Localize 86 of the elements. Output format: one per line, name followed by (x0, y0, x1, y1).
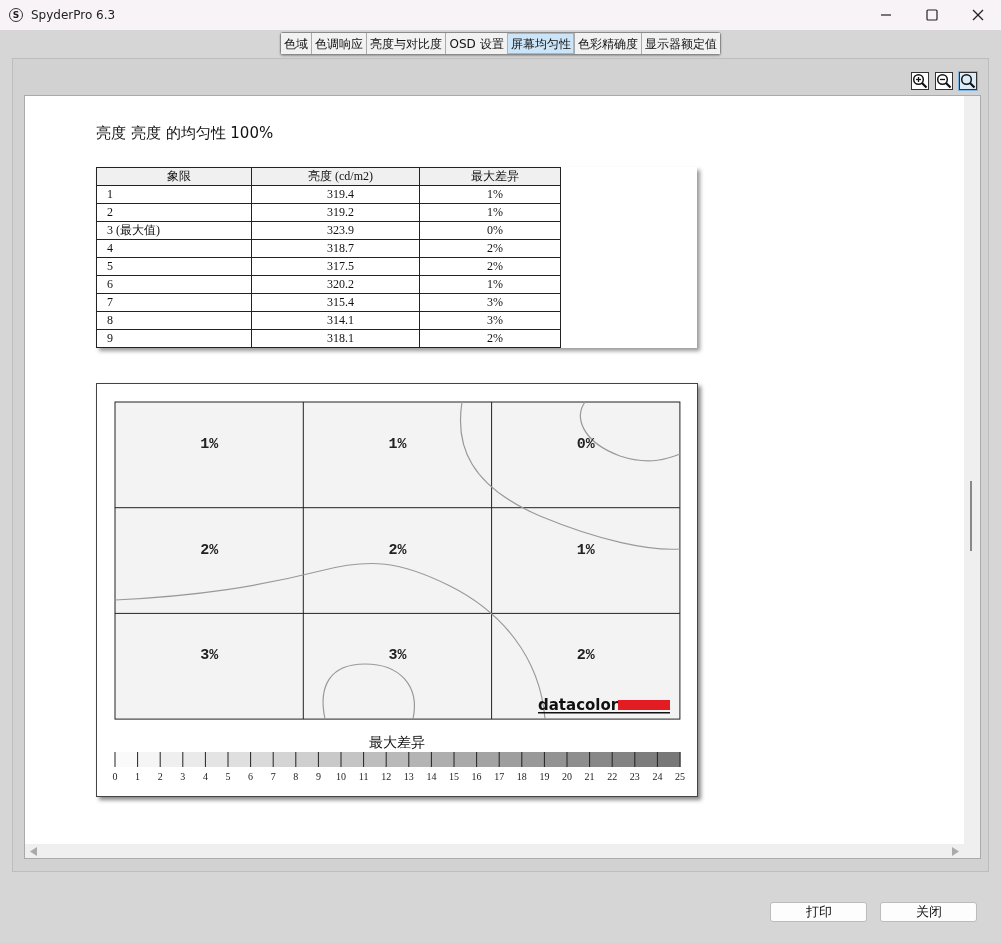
cell-value: 0% (576, 436, 595, 453)
tab[interactable]: 屏幕均匀性 (506, 33, 574, 54)
cell-value: 2% (576, 647, 595, 665)
table-cell: 3% (419, 311, 561, 330)
table-cell: 6 (96, 275, 252, 294)
column-header: 最大差异 (419, 167, 561, 186)
legend-label: 20 (562, 771, 572, 782)
dialog-button[interactable]: 打印 (770, 902, 867, 922)
table-cell: 1% (419, 275, 561, 294)
maximize-icon[interactable] (926, 9, 938, 21)
legend-label: 24 (652, 771, 663, 782)
table-cell: 1% (419, 185, 561, 204)
tab[interactable]: 显示器额定值 (640, 33, 720, 54)
tab[interactable]: 色域 (281, 33, 312, 54)
legend-label: 6 (248, 771, 254, 782)
cell-value: 1% (576, 541, 595, 559)
tab[interactable]: 亮度与对比度 (366, 33, 446, 54)
table-cell: 318.1 (251, 329, 420, 348)
legend-label: 4 (202, 771, 208, 782)
table-cell: 1 (96, 185, 252, 204)
table-cell: 319.4 (251, 185, 420, 204)
table-cell: 1% (419, 203, 561, 222)
legend-label: 1 (135, 771, 141, 782)
cell-value: 2% (200, 541, 219, 559)
legend-label: 9 (315, 771, 321, 782)
legend-label: 12 (381, 771, 392, 782)
table-cell: 3% (419, 293, 561, 312)
legend-label: 11 (358, 771, 369, 782)
cell-value: 1% (388, 436, 407, 453)
close-icon[interactable] (972, 9, 984, 21)
table-cell: 317.5 (251, 257, 420, 276)
zoom-button[interactable] (958, 71, 978, 91)
datacolor-logo: datacolor (538, 696, 670, 714)
table-cell: 319.2 (251, 203, 420, 222)
table-cell: 315.4 (251, 293, 420, 312)
legend-label: 5 (225, 771, 231, 782)
tab[interactable]: 色调响应 (311, 33, 367, 54)
table-cell: 2% (419, 329, 561, 348)
cell-value: 2% (388, 541, 407, 559)
tab[interactable]: 色彩精确度 (573, 33, 641, 54)
column-header: 亮度 (cd/m2) (251, 167, 420, 186)
table-cell: 2% (419, 239, 561, 258)
tab[interactable]: OSD 设置 (445, 33, 507, 54)
legend-label: 2 (157, 771, 163, 782)
minimize-icon[interactable] (880, 14, 892, 16)
legend-label: 23 (629, 771, 640, 782)
table-cell: 8 (96, 311, 252, 330)
table-cell: 9 (96, 329, 252, 348)
table-cell: 2 (96, 203, 252, 222)
table-cell: 320.2 (251, 275, 420, 294)
legend-label: 0 (112, 771, 118, 782)
table-cell: 4 (96, 239, 252, 258)
legend-label: 15 (449, 771, 459, 782)
legend-label: 17 (494, 771, 505, 782)
legend-label: 16 (471, 771, 482, 782)
legend-label: 13 (403, 771, 414, 782)
table-cell: 318.7 (251, 239, 420, 258)
legend-label: 19 (539, 771, 550, 782)
legend-label: 7 (270, 771, 276, 782)
legend-label: 21 (584, 771, 595, 782)
dialog-button[interactable]: 关闭 (880, 902, 977, 922)
scroll-thumb[interactable] (970, 481, 972, 551)
column-header: 象限 (96, 167, 252, 186)
cell-value: 3% (200, 647, 219, 665)
legend-label: 18 (516, 771, 527, 782)
legend-title: 最大差异 (369, 734, 425, 750)
legend-label: 8 (293, 771, 299, 782)
table-cell: 3 (最大值) (96, 221, 252, 240)
table-cell: 314.1 (251, 311, 420, 330)
legend-label: 10 (336, 771, 346, 782)
report-heading: 亮度 亮度 的均匀性 100% (96, 124, 274, 143)
cell-value: 1% (200, 436, 219, 453)
table-cell: 5 (96, 257, 252, 276)
legend-label: 25 (675, 771, 685, 782)
legend-label: 22 (607, 771, 618, 782)
zoom-out-button[interactable] (934, 71, 954, 91)
table-cell: 0% (419, 221, 561, 240)
table-cell: 323.9 (251, 221, 420, 240)
legend-label: 3 (180, 771, 186, 782)
table-cell: 2% (419, 257, 561, 276)
vertical-scrollbar[interactable] (964, 96, 980, 858)
zoom-in-button[interactable] (910, 71, 930, 91)
window-title: SpyderPro 6.3 (31, 8, 117, 22)
cell-value: 3% (388, 647, 407, 665)
table-cell: 7 (96, 293, 252, 312)
legend-label: 14 (426, 771, 437, 782)
